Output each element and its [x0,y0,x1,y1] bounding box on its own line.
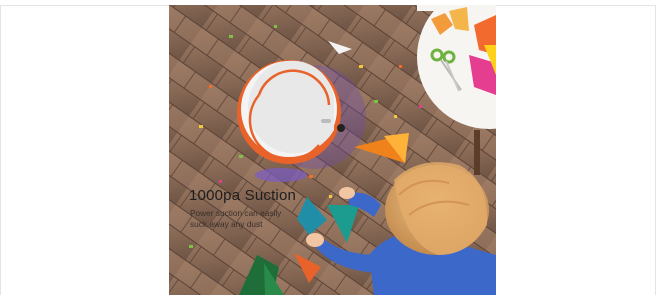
scene-illustration [169,5,496,295]
feature-headline: 1000pa Suction [189,187,297,204]
feature-subtext: Power suction can easily suck away any d… [190,208,282,229]
product-image: 1000pa Suction Power suction can easily … [169,5,496,295]
